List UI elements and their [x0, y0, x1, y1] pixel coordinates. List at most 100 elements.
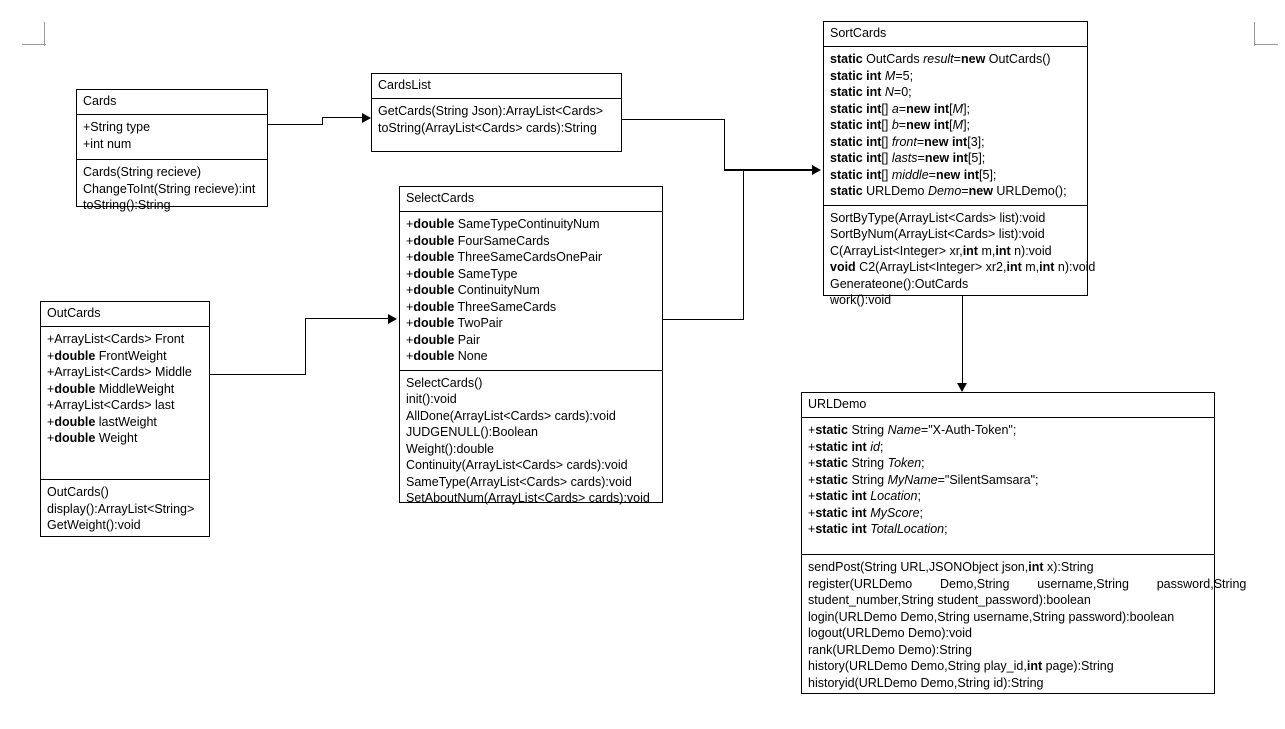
class-attributes-sortcards: static OutCards result=new OutCards() st… — [824, 47, 1087, 205]
attribute-row: +double lastWeight — [47, 414, 157, 429]
method-row: historyid(URLDemo Demo,String id):String — [808, 675, 1044, 690]
method-row: logout(URLDemo Demo):void — [808, 626, 972, 640]
connector-cards-to-cardslist-seg1 — [268, 124, 323, 125]
method-row: Continuity(ArrayList<Cards> cards):void — [406, 458, 628, 472]
method-row: SortByType(ArrayList<Cards> list):void — [830, 210, 1046, 225]
attribute-row: +double MiddleWeight — [47, 381, 175, 396]
attribute-row: static int M=5; — [830, 68, 914, 83]
class-methods-selectcards: SelectCards() init():void AllDone(ArrayL… — [400, 369, 662, 512]
attribute-row: static int[] lasts=new int[5]; — [830, 151, 986, 165]
method-row: GetWeight():void — [47, 518, 141, 532]
method-row: SelectCards() — [406, 375, 483, 390]
connector-cardslist-to-sortcards-seg2 — [724, 119, 725, 170]
attribute-row: static int[] b=new int[M]; — [830, 118, 971, 132]
method-row: login(URLDemo Demo,String username,Strin… — [808, 609, 1175, 624]
class-box-urldemo[interactable]: URLDemo +static String Name="X-Auth-Toke… — [801, 392, 1247, 696]
method-row: SetAboutNum(ArrayList<Cards> cards):void — [406, 491, 650, 505]
class-methods-outcards: OutCards() display():ArrayList<String> G… — [41, 479, 209, 539]
attribute-row: static int[] a=new int[M]; — [830, 101, 971, 116]
method-row: init():void — [406, 392, 457, 406]
attribute-row: +static int TotalLocation; — [808, 522, 948, 536]
attribute-row: +ArrayList<Cards> last — [47, 398, 175, 412]
crop-mark-top-right — [1252, 22, 1278, 46]
attribute-row: +double SameType — [406, 266, 518, 281]
attribute-row: +double FourSameCards — [406, 233, 550, 248]
attribute-row: +double None — [406, 349, 488, 363]
method-row: JUDGENULL():Boolean — [406, 425, 538, 439]
attribute-row: +int num — [83, 136, 132, 151]
class-box-sortcards[interactable]: SortCards static OutCards result=new Out… — [823, 21, 1095, 307]
connector-selectcards-to-sortcards-seg2 — [743, 170, 744, 320]
class-methods-cardslist: GetCards(String Json):ArrayList<Cards> t… — [372, 99, 621, 141]
arrowhead-outcards-to-selectcards — [388, 314, 397, 324]
class-name-cards: Cards — [77, 90, 267, 115]
class-name-cardslist: CardsList — [372, 74, 621, 99]
method-row: rank(URLDemo Demo):String — [808, 642, 972, 657]
connector-selectcards-to-sortcards-seg1 — [663, 319, 744, 320]
attribute-row: +static int id; — [808, 439, 884, 454]
class-box-selectcards[interactable]: SelectCards +double SameTypeContinuityNu… — [399, 186, 663, 505]
class-methods-sortcards: SortByType(ArrayList<Cards> list):void S… — [824, 204, 1096, 314]
method-row: SameType(ArrayList<Cards> cards):void — [406, 474, 632, 489]
attribute-row: +ArrayList<Cards> Front — [47, 332, 185, 346]
class-attributes-urldemo: +static String Name="X-Auth-Token"; +sta… — [802, 418, 1214, 554]
attribute-row: +static String Token; — [808, 456, 925, 470]
attribute-row: +double ContinuityNum — [406, 283, 540, 297]
attribute-row: +static String MyName="SilentSamsara"; — [808, 472, 1039, 487]
method-row: AllDone(ArrayList<Cards> cards):void — [406, 408, 616, 423]
uml-diagram-canvas: Cards +String type +int num Cards(String… — [0, 0, 1285, 729]
method-row: SortByNum(ArrayList<Cards> list):void — [830, 227, 1045, 241]
arrowhead-sortcards-to-urldemo — [957, 383, 967, 392]
attribute-row: +double ThreeSameCardsOnePair — [406, 250, 603, 264]
class-box-outcards[interactable]: OutCards +ArrayList<Cards> Front +double… — [40, 301, 210, 537]
class-name-urldemo: URLDemo — [802, 393, 1214, 418]
class-box-cardslist[interactable]: CardsList GetCards(String Json):ArrayLis… — [371, 73, 622, 152]
method-row: C(ArrayList<Integer> xr,int m,int n):voi… — [830, 243, 1052, 258]
method-row: toString(ArrayList<Cards> cards):String — [378, 120, 597, 135]
method-row: void C2(ArrayList<Integer> xr2,int m,int… — [830, 260, 1096, 274]
method-row: Weight():double — [406, 441, 495, 456]
class-box-cards[interactable]: Cards +String type +int num Cards(String… — [76, 89, 268, 212]
class-methods-urldemo: sendPost(String URL,JSONObject json,int … — [802, 554, 1247, 696]
method-row: Cards(String recieve) — [83, 165, 202, 179]
connector-cardslist-to-sortcards-seg3 — [724, 169, 817, 171]
connector-cardslist-to-sortcards-seg1 — [622, 119, 725, 120]
arrowhead-cards-to-cardslist — [362, 113, 371, 123]
method-row: OutCards() — [47, 485, 109, 499]
attribute-row: +ArrayList<Cards> Middle — [47, 365, 192, 379]
method-row: toString():String — [83, 198, 171, 212]
connector-outcards-to-selectcards-seg1 — [210, 374, 306, 375]
class-attributes-cards: +String type +int num — [77, 115, 267, 159]
class-name-selectcards: SelectCards — [400, 187, 662, 212]
method-row: register(URLDemo Demo,String username,St… — [808, 576, 1247, 608]
attribute-row: +double TwoPair — [406, 316, 503, 330]
connector-cards-to-cardslist-seg3 — [322, 117, 362, 118]
attribute-row: +double ThreeSameCards — [406, 299, 557, 314]
attribute-row: +static int MyScore; — [808, 505, 924, 520]
arrowhead-cardslist-to-sortcards — [812, 165, 821, 175]
connector-outcards-to-selectcards-seg3 — [305, 318, 389, 319]
connector-outcards-to-selectcards-seg2 — [305, 318, 306, 375]
connector-cards-to-cardslist-seg2 — [322, 117, 323, 125]
attribute-row: static OutCards result=new OutCards() — [830, 52, 1051, 66]
attribute-row: +double Pair — [406, 332, 480, 347]
method-row: history(URLDemo Demo,String play_id,int … — [808, 659, 1114, 673]
attribute-row: static URLDemo Demo=new URLDemo(); — [830, 184, 1067, 198]
method-row: Generateone():OutCards — [830, 276, 969, 291]
method-row: GetCards(String Json):ArrayList<Cards> — [378, 104, 604, 118]
attribute-row: static int[] front=new int[3]; — [830, 134, 985, 149]
attribute-row: +double SameTypeContinuityNum — [406, 217, 600, 231]
class-attributes-selectcards: +double SameTypeContinuityNum +double Fo… — [400, 212, 662, 370]
crop-mark-top-left — [22, 22, 46, 46]
attribute-row: +double FrontWeight — [47, 348, 167, 363]
class-methods-cards: Cards(String recieve) ChangeToInt(String… — [77, 159, 267, 219]
class-name-sortcards: SortCards — [824, 22, 1087, 47]
attribute-row: +static int Location; — [808, 489, 921, 503]
method-row: ChangeToInt(String recieve):int — [83, 181, 256, 196]
attribute-row: +String type — [83, 120, 151, 134]
class-attributes-outcards: +ArrayList<Cards> Front +double FrontWei… — [41, 327, 209, 479]
method-row: display():ArrayList<String> — [47, 501, 195, 516]
method-row: work():void — [830, 293, 892, 307]
attribute-row: static int N=0; — [830, 85, 912, 99]
method-row: sendPost(String URL,JSONObject json,int … — [808, 560, 1094, 574]
